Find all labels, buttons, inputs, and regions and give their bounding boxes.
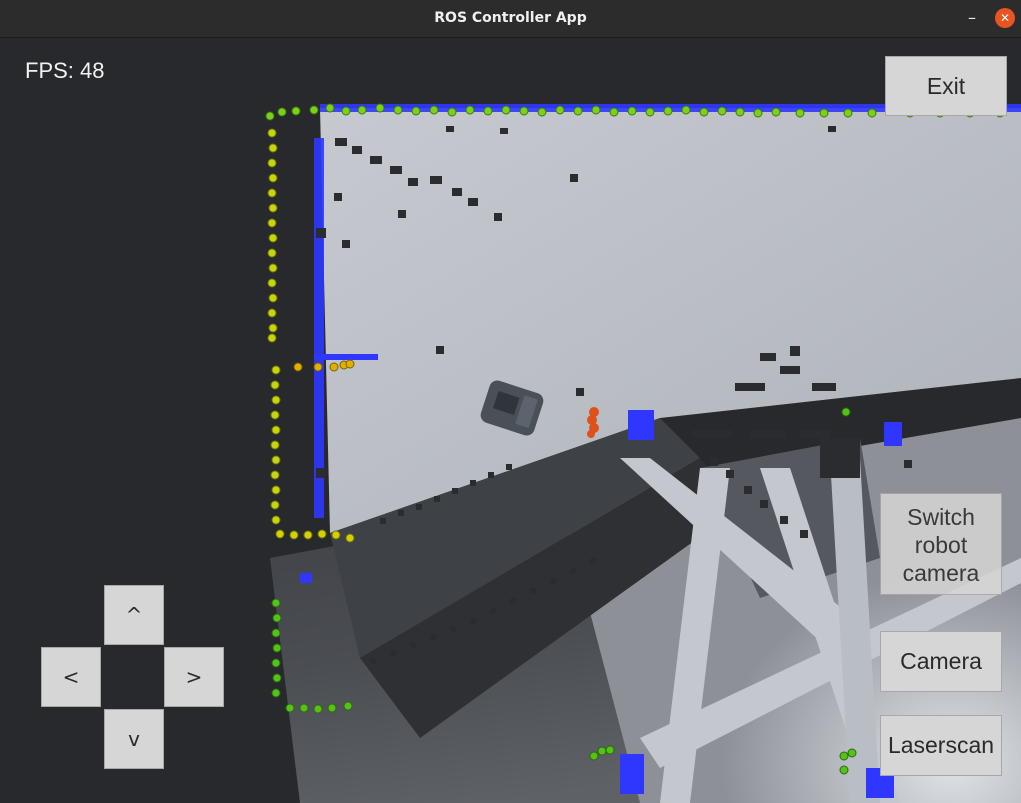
map-border-ledge xyxy=(314,354,378,360)
exit-button[interactable]: Exit xyxy=(885,56,1007,116)
switch-robot-camera-button[interactable]: Switch robot camera xyxy=(880,493,1002,595)
map-border-left xyxy=(314,138,324,518)
app-window: ROS Controller App – ✕ FPS: 48 Exit Swit… xyxy=(0,0,1021,803)
fps-counter: FPS: 48 xyxy=(25,58,105,83)
laserscan-points-left xyxy=(267,128,281,525)
title-bar[interactable]: ROS Controller App – ✕ xyxy=(0,0,1021,38)
close-icon[interactable]: ✕ xyxy=(995,8,1015,28)
move-right-button[interactable]: > xyxy=(164,647,224,707)
move-down-button[interactable]: v xyxy=(104,709,164,769)
laserscan-button[interactable]: Laserscan xyxy=(880,715,1002,776)
move-up-button[interactable]: ^ xyxy=(104,585,164,645)
window-title: ROS Controller App xyxy=(434,10,587,26)
camera-button[interactable]: Camera xyxy=(880,631,1002,692)
move-left-button[interactable]: < xyxy=(41,647,101,707)
map-scene xyxy=(265,103,1021,803)
3d-viewport[interactable]: FPS: 48 Exit Switch robot camera Camera … xyxy=(0,38,1021,803)
minimize-icon[interactable]: – xyxy=(962,8,982,28)
